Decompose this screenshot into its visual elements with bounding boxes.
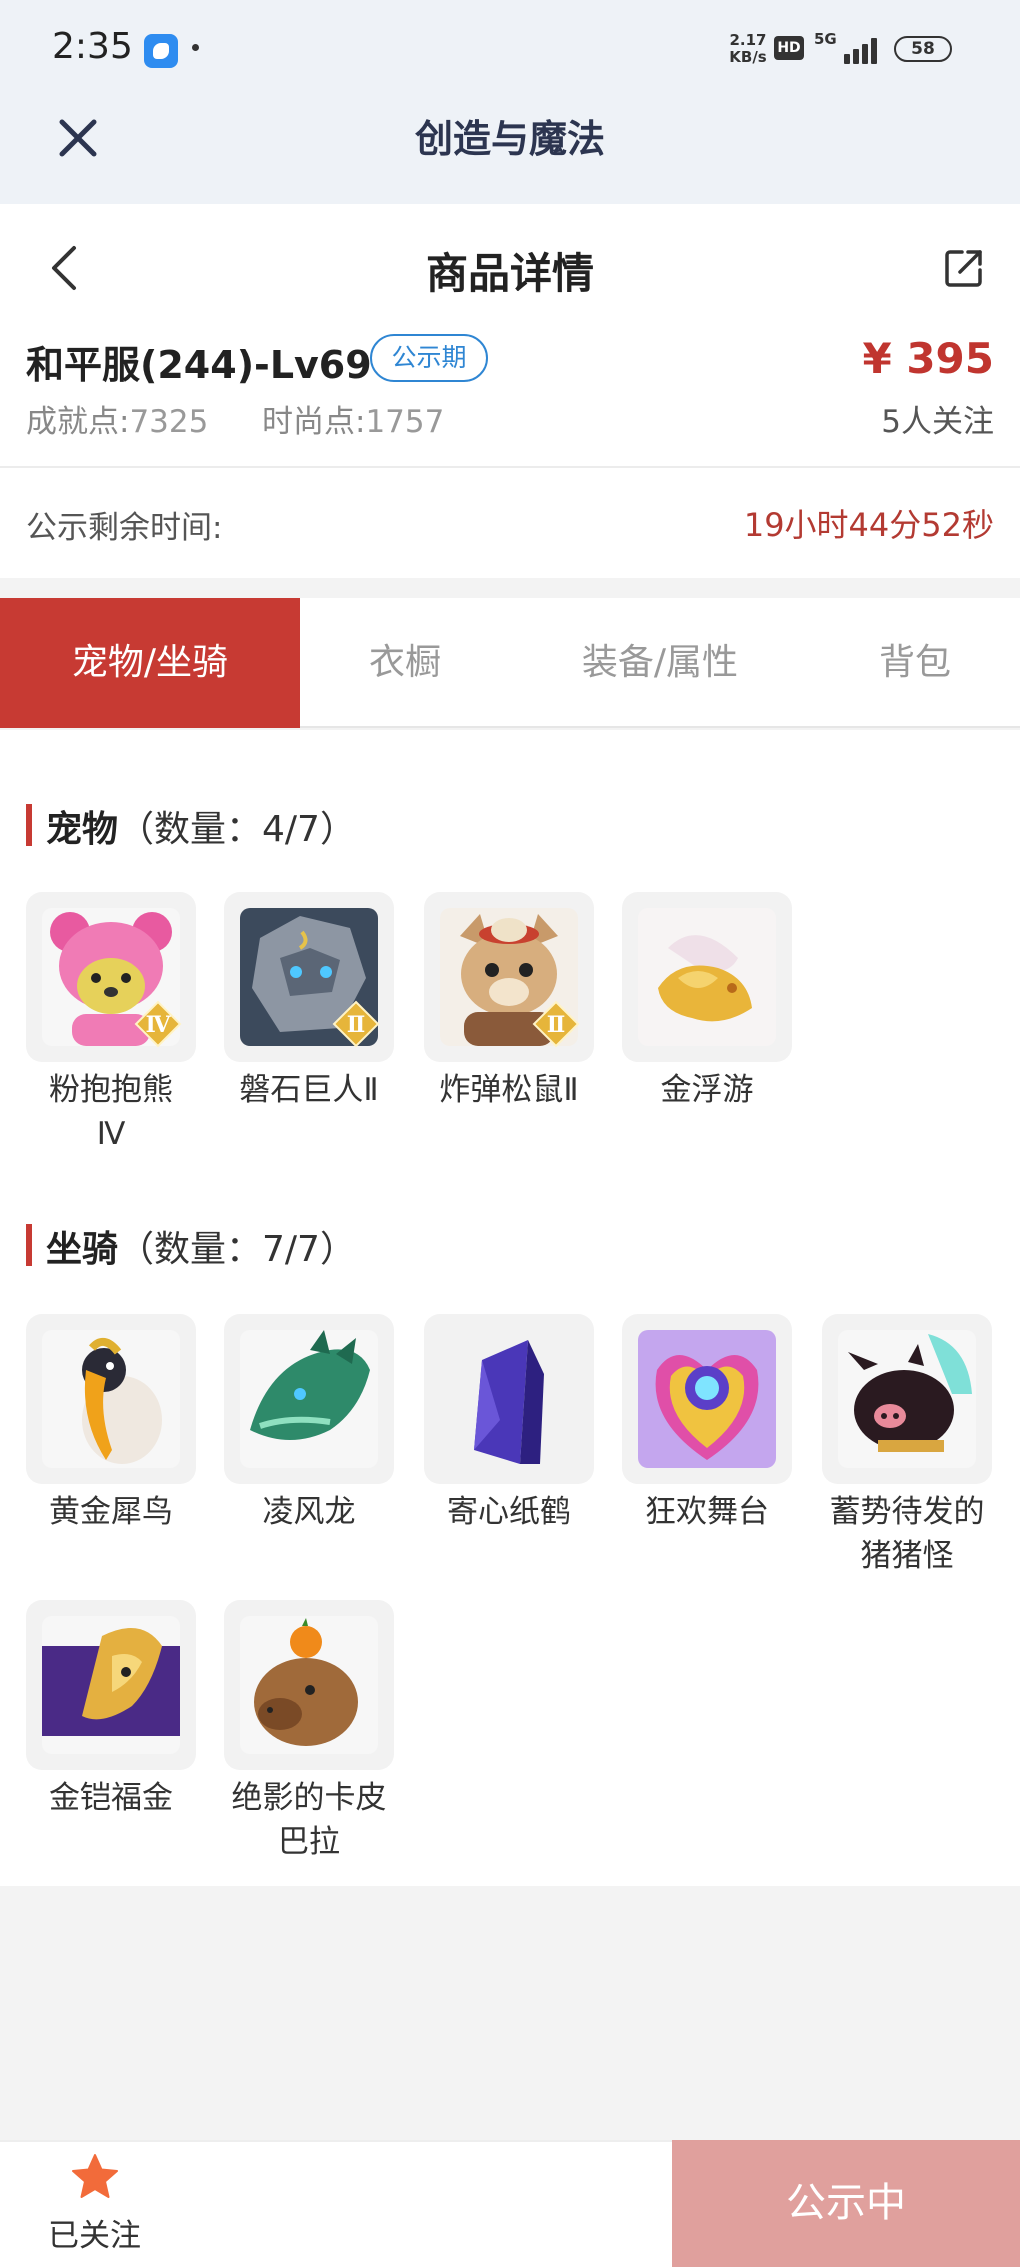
tab-equipment-attributes[interactable]: 装备/属性 bbox=[510, 598, 810, 728]
tier-badge-icon: Ⅱ bbox=[332, 1000, 380, 1048]
carnival-stage-image bbox=[638, 1330, 776, 1468]
pet-name: 磐石巨人Ⅱ bbox=[239, 1072, 379, 1108]
status-time: 2:35 bbox=[52, 26, 133, 67]
mount-name: 黄金犀鸟 bbox=[49, 1494, 173, 1530]
product-name: 和平服(244)-Lv69 bbox=[26, 343, 372, 387]
mount-tile bbox=[26, 1600, 196, 1770]
mount-item[interactable]: 黄金犀鸟 bbox=[26, 1314, 196, 1534]
status-badge: 公示期 bbox=[370, 334, 488, 382]
mount-name: 狂欢舞台 bbox=[645, 1494, 769, 1530]
mount-name: 寄心纸鹤 bbox=[447, 1494, 571, 1530]
achievement-label: 成就点: bbox=[26, 404, 130, 440]
pet-name: 粉抱抱熊 Ⅳ bbox=[49, 1072, 173, 1152]
achievement-value: 7325 bbox=[129, 404, 209, 440]
network-speed-unit: KB/s bbox=[729, 48, 767, 66]
follow-button-label[interactable]: 已关注 bbox=[48, 2210, 141, 2255]
tab-bar: 宠物/坐骑 衣橱 装备/属性 背包 bbox=[0, 598, 1020, 728]
network-speed: 2.17 KB/s bbox=[724, 32, 772, 66]
fashion-value: 1757 bbox=[365, 404, 445, 440]
pets-count: （数量：4/7） bbox=[118, 809, 356, 850]
pet-tile: Ⅳ bbox=[26, 892, 196, 1062]
tier-badge-icon: Ⅳ bbox=[134, 1000, 182, 1048]
fashion-points: 时尚点:1757 bbox=[262, 396, 444, 441]
pig-monster-image bbox=[838, 1330, 976, 1468]
tier-label: Ⅳ bbox=[146, 1012, 172, 1038]
pet-tile: Ⅱ bbox=[224, 892, 394, 1062]
tier-label: Ⅱ bbox=[347, 1012, 366, 1038]
signal-strength-icon bbox=[836, 34, 880, 64]
pet-item[interactable]: Ⅱ 炸弹松鼠Ⅱ bbox=[424, 892, 594, 1112]
notification-dot-icon bbox=[192, 44, 199, 51]
pet-item[interactable]: Ⅳ 粉抱抱熊 Ⅳ bbox=[26, 892, 196, 1156]
fashion-label: 时尚点: bbox=[262, 404, 366, 440]
mount-name: 绝影的卡皮 巴拉 bbox=[231, 1780, 387, 1860]
pet-item[interactable]: 金浮游 bbox=[622, 892, 792, 1112]
pets-section-title: 宠物（数量：4/7） bbox=[46, 800, 356, 852]
countdown-label: 公示剩余时间: bbox=[26, 510, 223, 546]
mount-tile bbox=[224, 1600, 394, 1770]
section-marker bbox=[26, 1224, 32, 1266]
pets-title: 宠物 bbox=[46, 809, 119, 850]
battery-icon: 58 bbox=[894, 36, 952, 62]
section-marker bbox=[26, 804, 32, 846]
mount-tile bbox=[424, 1314, 594, 1484]
tier-label: Ⅱ bbox=[547, 1012, 566, 1038]
tab-pets-mounts[interactable]: 宠物/坐骑 bbox=[0, 598, 300, 728]
mount-name: 凌风龙 bbox=[262, 1494, 356, 1530]
golden-floater-image bbox=[638, 908, 776, 1046]
hd-icon: HD bbox=[774, 36, 804, 60]
mount-item[interactable]: 金铠福金 bbox=[26, 1600, 196, 1820]
mount-name: 金铠福金 bbox=[49, 1780, 173, 1816]
mount-item[interactable]: 寄心纸鹤 bbox=[424, 1314, 594, 1534]
mount-item[interactable]: 蓄势待发的 猪猪怪 bbox=[822, 1314, 992, 1578]
mounts-section-title: 坐骑（数量：7/7） bbox=[46, 1220, 356, 1272]
divider bbox=[0, 466, 1020, 468]
follower-count: 5人关注 bbox=[881, 404, 994, 440]
mounts-count: （数量：7/7） bbox=[118, 1229, 356, 1270]
pet-name: 炸弹松鼠Ⅱ bbox=[439, 1072, 579, 1108]
countdown-value: 19小时44分52秒 bbox=[743, 506, 994, 544]
mounts-title: 坐骑 bbox=[46, 1229, 119, 1270]
notification-app-icon bbox=[144, 34, 178, 68]
mount-tile bbox=[822, 1314, 992, 1484]
pet-tile: Ⅱ bbox=[424, 892, 594, 1062]
mount-item[interactable]: 凌风龙 bbox=[224, 1314, 394, 1534]
mount-tile bbox=[26, 1314, 196, 1484]
star-icon[interactable] bbox=[70, 2152, 120, 2202]
capybara-image bbox=[240, 1616, 378, 1754]
mount-tile bbox=[224, 1314, 394, 1484]
publicity-status-button[interactable]: 公示中 bbox=[672, 2140, 1020, 2267]
app-title: 创造与魔法 bbox=[414, 117, 605, 161]
price: ¥ 395 bbox=[862, 334, 994, 383]
achievement-points: 成就点:7325 bbox=[26, 396, 208, 441]
mount-item[interactable]: 狂欢舞台 bbox=[622, 1314, 792, 1534]
page-title: 商品详情 bbox=[425, 249, 594, 298]
tab-wardrobe[interactable]: 衣橱 bbox=[300, 598, 510, 728]
wind-dragon-image bbox=[240, 1330, 378, 1468]
pet-name: 金浮游 bbox=[660, 1072, 754, 1108]
golden-armor-image bbox=[42, 1616, 180, 1754]
pet-item[interactable]: Ⅱ 磐石巨人Ⅱ bbox=[224, 892, 394, 1112]
paper-crane-image bbox=[440, 1330, 578, 1468]
mount-tile bbox=[622, 1314, 792, 1484]
tab-backpack[interactable]: 背包 bbox=[810, 598, 1020, 728]
share-icon[interactable] bbox=[944, 248, 984, 288]
mount-item[interactable]: 绝影的卡皮 巴拉 bbox=[224, 1600, 394, 1864]
network-type: 5G bbox=[814, 30, 837, 48]
mount-name: 蓄势待发的 猪猪怪 bbox=[829, 1494, 985, 1574]
network-speed-value: 2.17 bbox=[729, 31, 767, 49]
tier-badge-icon: Ⅱ bbox=[532, 1000, 580, 1048]
pet-tile bbox=[622, 892, 792, 1062]
golden-hornbill-image bbox=[42, 1330, 180, 1468]
